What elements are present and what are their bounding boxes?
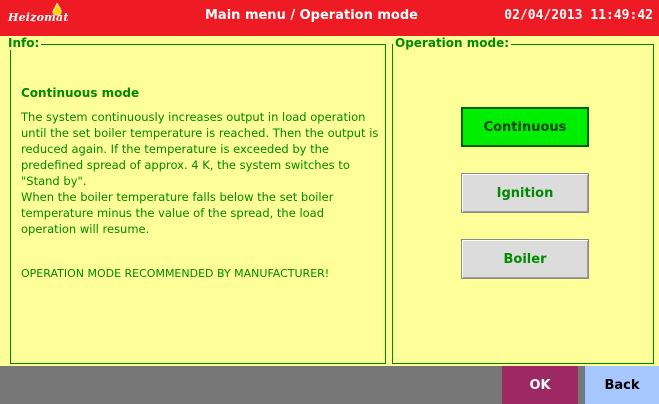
header-bar: Heizomat Main menu / Operation mode 02/0… (0, 0, 659, 36)
ignition-mode-button[interactable]: Ignition (461, 173, 589, 213)
recommendation-note: OPERATION MODE RECOMMENDED BY MANUFACTUR… (21, 267, 330, 280)
heizomat-logo: Heizomat (8, 3, 69, 24)
info-panel-label: Info: (6, 36, 42, 50)
back-button-label: Back (604, 377, 640, 393)
continuous-mode-button[interactable]: Continuous (461, 107, 589, 147)
operation-mode-panel-label: Operation mode: (393, 36, 512, 50)
boiler-mode-button[interactable]: Boiler (461, 239, 589, 279)
flame-icon (52, 3, 62, 16)
continuous-mode-label: Continuous (483, 119, 567, 135)
operation-mode-screen: Heizomat Main menu / Operation mode 02/0… (0, 0, 659, 404)
info-panel: Info: Continuous mode The system continu… (6, 36, 386, 364)
ok-button-label: OK (529, 377, 551, 393)
info-description: The system continuously increases output… (21, 109, 381, 237)
ignition-mode-label: Ignition (496, 185, 554, 201)
info-paragraph: When the boiler temperature falls below … (21, 190, 334, 236)
operation-mode-panel: Operation mode: Continuous Ignition Boil… (392, 36, 654, 364)
back-button[interactable]: Back (584, 366, 659, 404)
info-paragraph: The system continuously increases output… (21, 110, 379, 188)
boiler-mode-label: Boiler (503, 251, 547, 267)
info-heading: Continuous mode (21, 86, 140, 100)
page-title: Main menu / Operation mode (205, 8, 418, 23)
ok-button[interactable]: OK (502, 366, 578, 404)
datetime-display: 02/04/2013 11:49:42 (504, 8, 653, 23)
